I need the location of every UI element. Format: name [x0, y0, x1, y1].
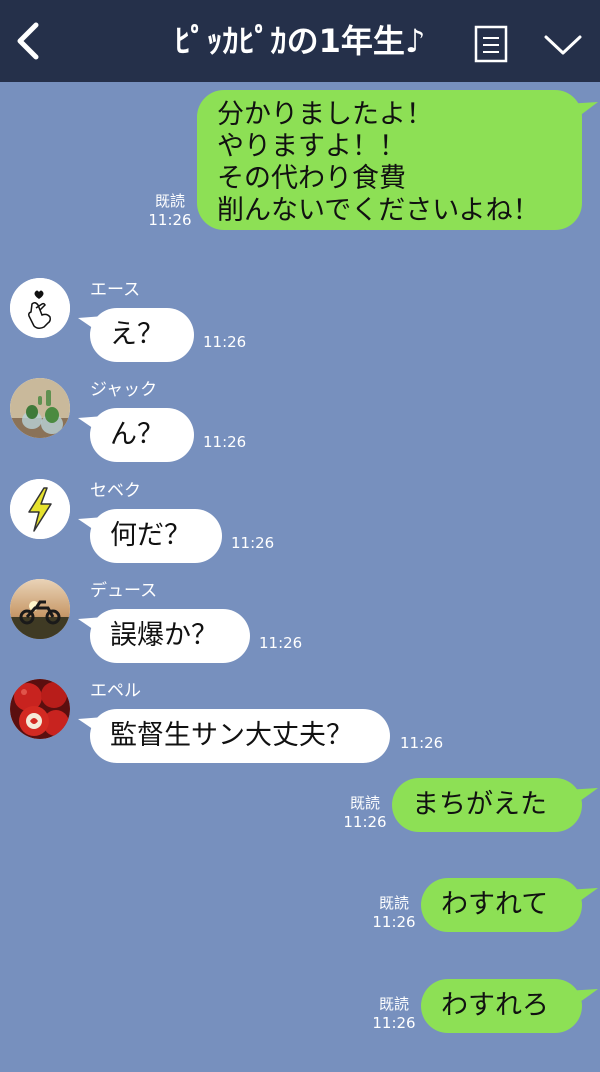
- message-time: 11:26: [343, 813, 387, 831]
- outgoing-message-bubble[interactable]: わすれろ: [421, 979, 582, 1033]
- avatar[interactable]: [10, 378, 70, 438]
- message-time: 11:26: [372, 1014, 416, 1032]
- sender-name: エース: [90, 280, 141, 300]
- sender-name: ジャック: [90, 380, 158, 400]
- incoming-message-bubble[interactable]: ん？: [90, 408, 194, 462]
- collapse-button[interactable]: [540, 27, 586, 63]
- message-time: 11:26: [372, 913, 416, 931]
- sender-name: デュース: [90, 581, 158, 601]
- chat-title: ﾋﾟｯｶﾋﾟｶの1年生♪: [174, 22, 426, 60]
- message-time: 11:26: [148, 211, 192, 229]
- avatar[interactable]: [10, 479, 70, 539]
- avatar[interactable]: [10, 278, 70, 338]
- read-receipt: 既読: [154, 192, 185, 210]
- incoming-message-bubble[interactable]: 何だ？: [90, 509, 222, 563]
- cactus-photo: [10, 378, 70, 438]
- menu-button[interactable]: [472, 25, 510, 63]
- outgoing-message-bubble[interactable]: わすれて: [421, 878, 582, 932]
- sender-name: セベク: [90, 481, 141, 501]
- chevron-down-icon: [544, 35, 582, 55]
- apples-photo: [10, 679, 70, 739]
- read-receipt: 既読: [378, 995, 409, 1013]
- motorcycle-sunset-photo: [10, 579, 70, 639]
- finger-heart-icon: [10, 278, 70, 338]
- list-icon: [474, 25, 508, 63]
- message-time: 11:26: [400, 734, 444, 752]
- sender-name: エペル: [90, 681, 141, 701]
- incoming-message-bubble[interactable]: 誤爆か？: [90, 609, 250, 663]
- read-receipt: 既読: [378, 894, 409, 912]
- message-time: 11:26: [259, 634, 303, 652]
- chat-header: ﾋﾟｯｶﾋﾟｶの1年生♪: [0, 0, 600, 82]
- avatar[interactable]: [10, 579, 70, 639]
- incoming-message-bubble[interactable]: 監督生サン大丈夫？: [90, 709, 390, 763]
- back-button[interactable]: [10, 18, 50, 64]
- message-time: 11:26: [203, 433, 247, 451]
- message-time: 11:26: [203, 333, 247, 351]
- message-time: 11:26: [231, 534, 275, 552]
- lightning-icon: [10, 479, 70, 539]
- outgoing-message-bubble[interactable]: まちがえた: [392, 778, 582, 832]
- outgoing-message-bubble[interactable]: 分かりましたよ！ やりますよ！！ その代わり食費 削んないでくださいよね！: [197, 90, 582, 230]
- chevron-left-icon: [17, 22, 39, 60]
- avatar[interactable]: [10, 679, 70, 739]
- incoming-message-bubble[interactable]: え？: [90, 308, 194, 362]
- read-receipt: 既読: [349, 794, 380, 812]
